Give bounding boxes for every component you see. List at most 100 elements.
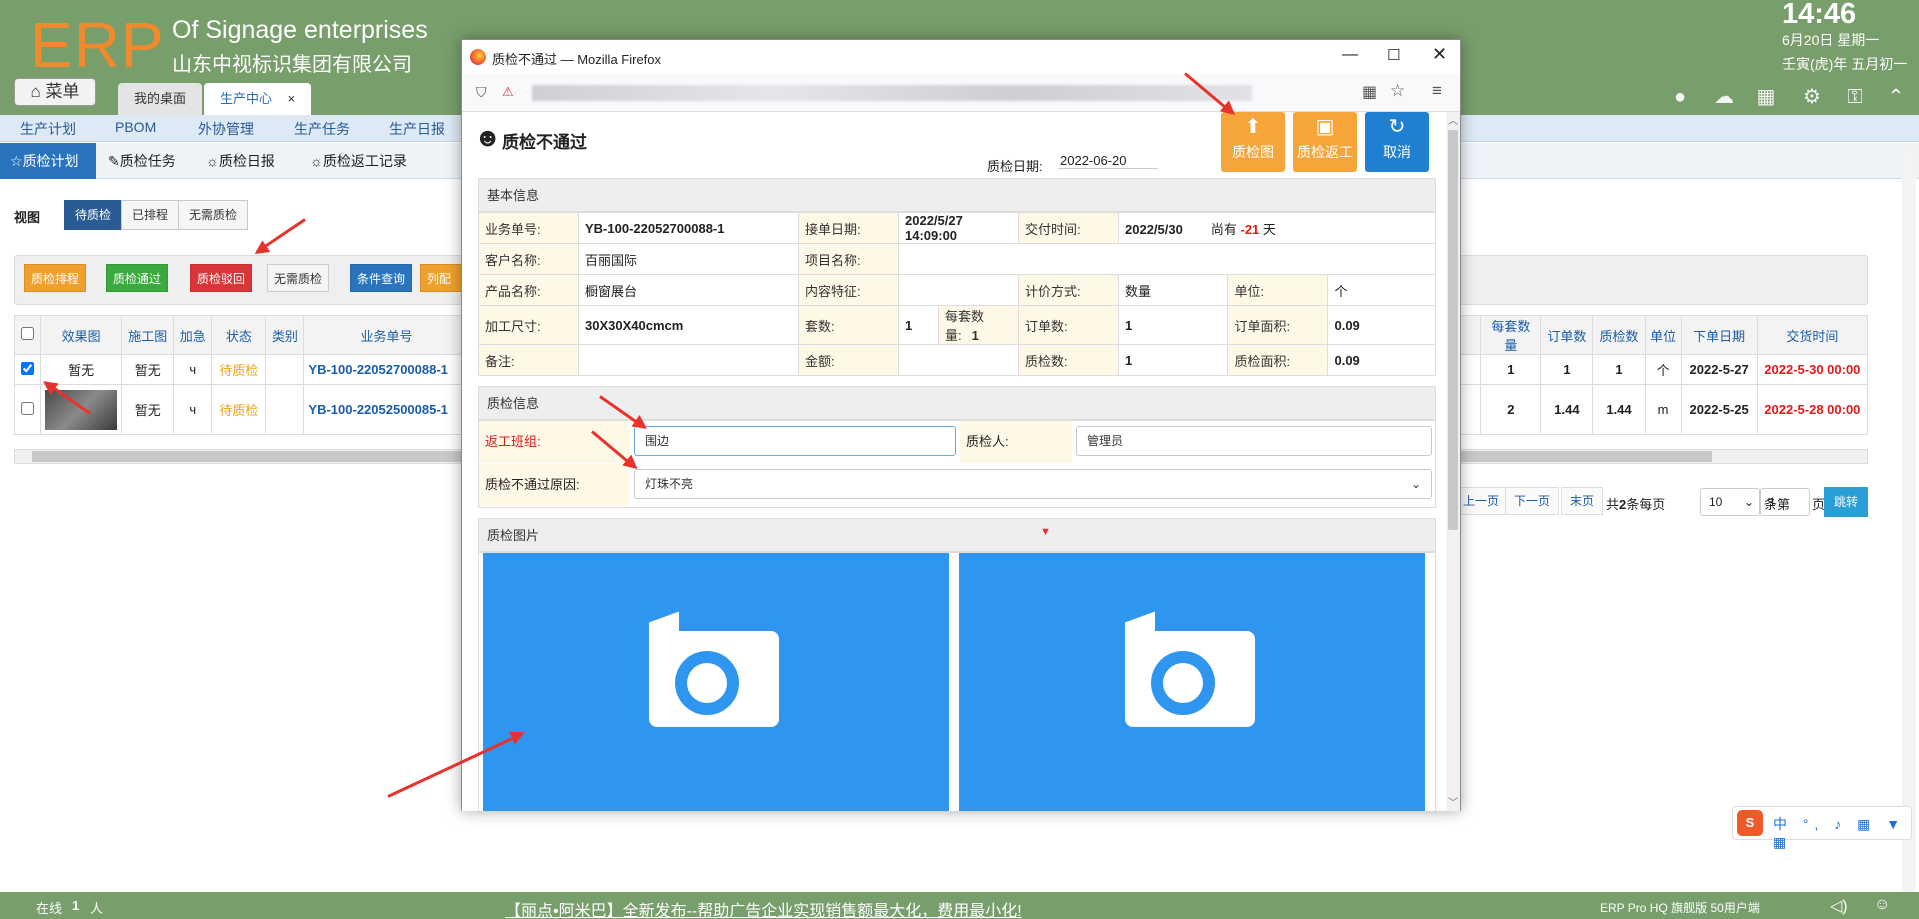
prev-page-button[interactable]: 上一页 bbox=[1454, 487, 1509, 515]
row-checkbox[interactable] bbox=[21, 401, 35, 415]
no-qc-button[interactable]: 无需质检 bbox=[267, 264, 330, 292]
user-icon[interactable]: ● bbox=[1668, 85, 1692, 109]
dialog-heading: 质检不通过 bbox=[502, 133, 587, 152]
row-checkbox[interactable] bbox=[21, 361, 35, 375]
online-count: 1 bbox=[72, 898, 80, 913]
menu-button[interactable]: ⌂ 菜单 bbox=[14, 78, 96, 106]
cancel-button[interactable]: ↻ 取消 bbox=[1365, 112, 1429, 172]
select-all-checkbox[interactable] bbox=[21, 327, 35, 340]
col-order-qty[interactable]: 订单数 bbox=[1540, 315, 1594, 355]
rework-team-input[interactable]: 围边 bbox=[634, 426, 956, 456]
page-input[interactable]: 1 bbox=[1760, 488, 1810, 516]
col-effect[interactable]: 效果图 bbox=[40, 315, 123, 355]
scroll-up-icon[interactable]: ︿ bbox=[1448, 112, 1458, 127]
collapse-icon[interactable]: ⌃ bbox=[1884, 85, 1908, 109]
lunar-date: 壬寅(虎)年 五月初一 bbox=[1782, 56, 1908, 72]
dialog-scrollbar-thumb[interactable] bbox=[1448, 130, 1458, 530]
qc-date-value[interactable]: 2022-06-20 bbox=[1058, 153, 1158, 169]
sun-icon: ☼ bbox=[310, 153, 323, 169]
close-tab-icon[interactable]: × bbox=[288, 91, 296, 106]
scroll-down-icon[interactable]: ﹀ bbox=[1448, 794, 1458, 809]
order-link[interactable]: YB-100-22052700088-1 bbox=[303, 354, 470, 385]
page-size-select[interactable]: 10 ⌄ bbox=[1700, 488, 1760, 516]
last-page-button[interactable]: 末页 bbox=[1561, 487, 1604, 515]
fail-reason-select[interactable]: 灯珠不亮 ⌄ bbox=[634, 469, 1432, 499]
view-no-qc[interactable]: 无需质检 bbox=[178, 200, 249, 230]
ad-marquee[interactable]: 【丽点•阿米巴】全新发布--帮助广告企业实现销售额最大化，费用最小化! bbox=[505, 897, 1022, 919]
window-title: 质检不通过 — Mozilla Firefox bbox=[492, 52, 662, 67]
nav-production-task[interactable]: 生产任务 bbox=[294, 119, 350, 139]
qc-pass-button[interactable]: 质检通过 bbox=[106, 264, 169, 292]
maximize-icon[interactable]: ☐ bbox=[1387, 46, 1400, 64]
hamburger-menu-icon[interactable]: ≡ bbox=[1432, 81, 1442, 101]
col-construction[interactable]: 施工图 bbox=[121, 315, 175, 355]
url-bar[interactable]: ⛉ ⚠ ▦ ☆ ≡ bbox=[462, 74, 1460, 112]
next-page-button[interactable]: 下一页 bbox=[1505, 487, 1560, 515]
qc-photo-button[interactable]: ⬆ 质检图 bbox=[1221, 112, 1285, 172]
col-order[interactable]: 业务单号 bbox=[303, 315, 470, 355]
nav-outsourcing[interactable]: 外协管理 bbox=[198, 119, 254, 139]
view-scheduled[interactable]: 已排程 bbox=[121, 200, 180, 230]
col-order-date[interactable]: 下单日期 bbox=[1680, 315, 1758, 355]
ime-tools-icon: 中 °, ♪ ▦ ▼ ▦ bbox=[1773, 816, 1907, 850]
subnav-qc-task[interactable]: ✎质检任务 bbox=[98, 143, 186, 179]
nav-pbom[interactable]: PBOM bbox=[115, 119, 156, 135]
tab-production-center[interactable]: 生产中心 × bbox=[204, 83, 312, 115]
dialog-body: ☻ 质检不通过 质检日期: 2022-06-20 ⬆ 质检图 ▣ 质检返工 ↻ 取消 … bbox=[462, 112, 1460, 811]
go-button[interactable]: 跳转 bbox=[1824, 487, 1868, 517]
pen-icon: ✎ bbox=[108, 153, 120, 169]
col-urgent[interactable]: 加急 bbox=[173, 315, 213, 355]
qr-icon[interactable]: ▦ bbox=[1362, 82, 1377, 102]
condition-query-button[interactable]: 条件查询 bbox=[350, 264, 413, 292]
bookmark-star-icon[interactable]: ☆ bbox=[1390, 81, 1405, 101]
tab-my-desktop[interactable]: 我的桌面 bbox=[118, 83, 203, 115]
basic-info-table: 业务单号: YB-100-22052700088-1 接单日期: 2022/5/27… bbox=[478, 212, 1436, 376]
clock: 14:46 bbox=[1782, 0, 1857, 30]
shield-icon[interactable]: ⛉ bbox=[476, 84, 487, 101]
qc-reject-button[interactable]: 质检驳回 bbox=[190, 264, 253, 292]
nav-production-plan[interactable]: 生产计划 bbox=[20, 119, 76, 139]
save-icon: ▣ bbox=[1315, 116, 1335, 138]
qc-photo-slot-1[interactable] bbox=[483, 553, 949, 811]
col-status[interactable]: 状态 bbox=[211, 315, 267, 355]
ime-logo-icon: S bbox=[1737, 810, 1763, 836]
lock-icon[interactable]: ⚠ bbox=[502, 84, 514, 100]
col-type[interactable]: 类别 bbox=[265, 315, 305, 355]
online-unit: 人 bbox=[90, 901, 104, 916]
company-subtitle-cn: 山东中视标识集团有限公司 bbox=[172, 54, 412, 76]
subnav-qc-rework[interactable]: ☼质检返工记录 bbox=[300, 143, 417, 179]
qc-photo-slot-2[interactable] bbox=[959, 553, 1425, 811]
col-per-set[interactable]: 每套数量 bbox=[1480, 315, 1542, 355]
col-unit[interactable]: 单位 bbox=[1644, 315, 1682, 355]
ime-toolbar[interactable]: S 中 °, ♪ ▦ ▼ ▦ bbox=[1732, 806, 1912, 850]
qc-schedule-button[interactable]: 质检排程 bbox=[24, 264, 87, 292]
mascot-icon: ☻ bbox=[474, 122, 502, 152]
version-label: ERP Pro HQ 旗舰版 50用户端 bbox=[1600, 901, 1760, 915]
qc-rework-button[interactable]: ▣ 质检返工 bbox=[1293, 112, 1357, 172]
window-titlebar[interactable]: 质检不通过 — Mozilla Firefox — ☐ ✕ bbox=[462, 40, 1460, 74]
nav-production-daily[interactable]: 生产日报 bbox=[389, 119, 445, 139]
cloud-icon[interactable]: ☁ bbox=[1712, 85, 1736, 109]
inspector-input[interactable]: 管理员 bbox=[1076, 426, 1432, 456]
users-icon[interactable]: ☺ bbox=[1874, 896, 1890, 914]
minimize-icon[interactable]: — bbox=[1342, 46, 1358, 64]
col-delivery[interactable]: 交货时间 bbox=[1756, 315, 1869, 355]
key-icon[interactable]: ⚿ bbox=[1843, 85, 1867, 109]
qc-photo-section: 质检图片 bbox=[478, 518, 1436, 552]
close-icon[interactable]: ✕ bbox=[1432, 44, 1447, 65]
company-subtitle-en: Of Signage enterprises bbox=[172, 16, 428, 44]
gear-icon[interactable]: ⚙ bbox=[1800, 85, 1824, 109]
volume-icon[interactable]: ◁) bbox=[1830, 896, 1848, 916]
column-config-button[interactable]: 列配置 bbox=[420, 264, 462, 292]
apps-icon[interactable]: ▦ bbox=[1754, 85, 1778, 109]
order-link[interactable]: YB-100-22052500085-1 bbox=[303, 384, 470, 435]
vertical-scrollbar[interactable] bbox=[1902, 145, 1916, 915]
subnav-qc-plan[interactable]: ☆质检计划 bbox=[0, 143, 96, 179]
view-pending[interactable]: 待质检 bbox=[64, 200, 123, 230]
date: 6月20日 星期一 bbox=[1782, 32, 1880, 48]
col-qc-qty[interactable]: 质检数 bbox=[1592, 315, 1646, 355]
chevron-down-icon: ⌄ bbox=[1743, 495, 1754, 509]
subnav-qc-daily[interactable]: ☼质检日报 bbox=[196, 143, 285, 179]
order-number: YB-100-22052700088-1 bbox=[578, 212, 799, 244]
url-text-blurred bbox=[532, 85, 1252, 101]
